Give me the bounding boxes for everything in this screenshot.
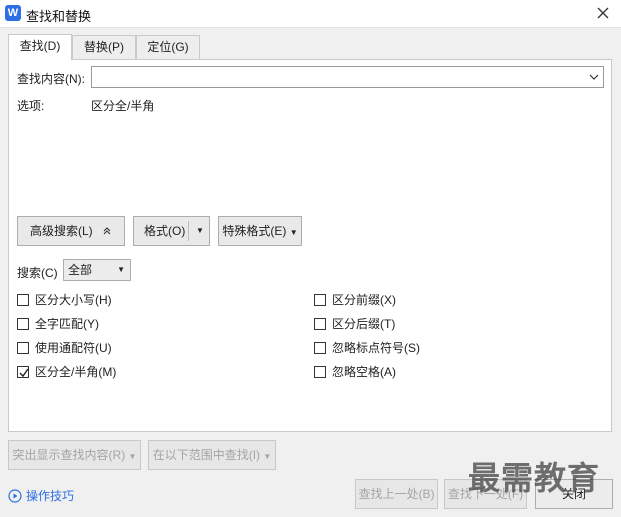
checkbox-label: 区分全/半角(M) <box>35 365 117 379</box>
checkbox-box[interactable] <box>17 366 29 378</box>
checkbox-box[interactable] <box>17 318 29 330</box>
checkbox-match-prefix[interactable]: 区分前缀(X) <box>314 292 396 308</box>
checkbox-label: 区分前缀(X) <box>332 293 396 307</box>
checkbox-label: 区分后缀(T) <box>332 317 396 331</box>
checkbox-label: 使用通配符(U) <box>35 341 112 355</box>
dropdown-arrow-icon: ▼ <box>263 452 272 461</box>
options-value: 区分全/半角 <box>91 99 155 113</box>
operation-tips-link[interactable]: 操作技巧 <box>8 488 74 504</box>
format-separator <box>188 221 189 241</box>
format-label: 格式(O) <box>144 224 186 238</box>
search-scope-select[interactable]: 全部 ▼ <box>63 259 131 281</box>
format-button[interactable]: 格式(O) ▼ <box>133 216 210 246</box>
advanced-search-button[interactable]: 高级搜索(L) <box>17 216 125 246</box>
tab-find-label: 查找(D) <box>19 39 61 53</box>
search-scope-value: 全部 <box>68 263 93 277</box>
dropdown-arrow-icon: ▼ <box>196 226 204 235</box>
highlight-results-label: 突出显示查找内容(R) <box>12 448 126 462</box>
tab-replace-label: 替换(P) <box>84 40 124 54</box>
play-circle-icon <box>8 489 22 503</box>
watermark-text: 最需教育 <box>468 459 601 497</box>
dropdown-arrow-icon: ▼ <box>289 228 298 237</box>
collapse-up-icon <box>103 227 111 235</box>
find-content-label: 查找内容(N): <box>17 72 85 86</box>
checkbox-label: 区分大小写(H) <box>35 293 112 307</box>
tab-goto[interactable]: 定位(G) <box>136 35 200 59</box>
tab-goto-label: 定位(G) <box>147 40 189 54</box>
checkbox-match-suffix[interactable]: 区分后缀(T) <box>314 316 395 332</box>
checkbox-box[interactable] <box>314 342 326 354</box>
checkbox-box[interactable] <box>314 318 326 330</box>
operation-tips-label: 操作技巧 <box>26 489 75 503</box>
find-previous-label: 查找上一处(B) <box>358 487 435 501</box>
checkbox-whole-word[interactable]: 全字匹配(Y) <box>17 316 99 332</box>
checkbox-label: 忽略标点符号(S) <box>332 341 420 355</box>
title-bar: W 查找和替换 <box>0 0 621 28</box>
window-title: 查找和替换 <box>26 9 92 24</box>
find-content-input[interactable] <box>92 67 582 87</box>
special-format-label: 特殊格式(E) <box>222 224 287 238</box>
chevron-down-icon[interactable] <box>589 72 599 82</box>
checkbox-label: 全字匹配(Y) <box>35 317 99 331</box>
close-window-button[interactable] <box>593 3 613 23</box>
checkbox-ignore-punctuation[interactable]: 忽略标点符号(S) <box>314 340 420 356</box>
special-format-button[interactable]: 特殊格式(E) ▼ <box>218 216 302 246</box>
tab-find[interactable]: 查找(D) <box>8 34 72 60</box>
find-panel: 查找内容(N): 选项: 区分全/半角 高级搜索(L) 格式(O) ▼ 特殊格式… <box>8 59 612 432</box>
wps-logo-icon: W <box>5 5 21 21</box>
checkbox-box[interactable] <box>17 342 29 354</box>
checkbox-box[interactable] <box>314 294 326 306</box>
checkbox-label: 忽略空格(A) <box>332 365 396 379</box>
checkbox-box[interactable] <box>17 294 29 306</box>
advanced-search-label: 高级搜索(L) <box>29 224 93 238</box>
checkbox-wildcards[interactable]: 使用通配符(U) <box>17 340 112 356</box>
tab-replace[interactable]: 替换(P) <box>72 35 136 59</box>
checkbox-full-half-width[interactable]: 区分全/半角(M) <box>17 364 116 380</box>
close-icon <box>597 7 609 19</box>
checkbox-box[interactable] <box>314 366 326 378</box>
options-label: 选项: <box>17 99 45 113</box>
highlight-results-button[interactable]: 突出显示查找内容(R) ▼ <box>8 440 141 470</box>
checkbox-ignore-spaces[interactable]: 忽略空格(A) <box>314 364 396 380</box>
checkmark-icon <box>19 368 29 378</box>
dropdown-arrow-icon: ▼ <box>128 452 137 461</box>
find-in-range-button[interactable]: 在以下范围中查找(I) ▼ <box>148 440 276 470</box>
find-content-combo[interactable] <box>91 66 604 88</box>
dropdown-arrow-icon: ▼ <box>117 265 125 274</box>
checkbox-match-case[interactable]: 区分大小写(H) <box>17 292 112 308</box>
find-previous-button[interactable]: 查找上一处(B) <box>355 479 438 509</box>
search-scope-label: 搜索(C) <box>17 266 58 280</box>
find-in-range-label: 在以下范围中查找(I) <box>152 448 261 462</box>
